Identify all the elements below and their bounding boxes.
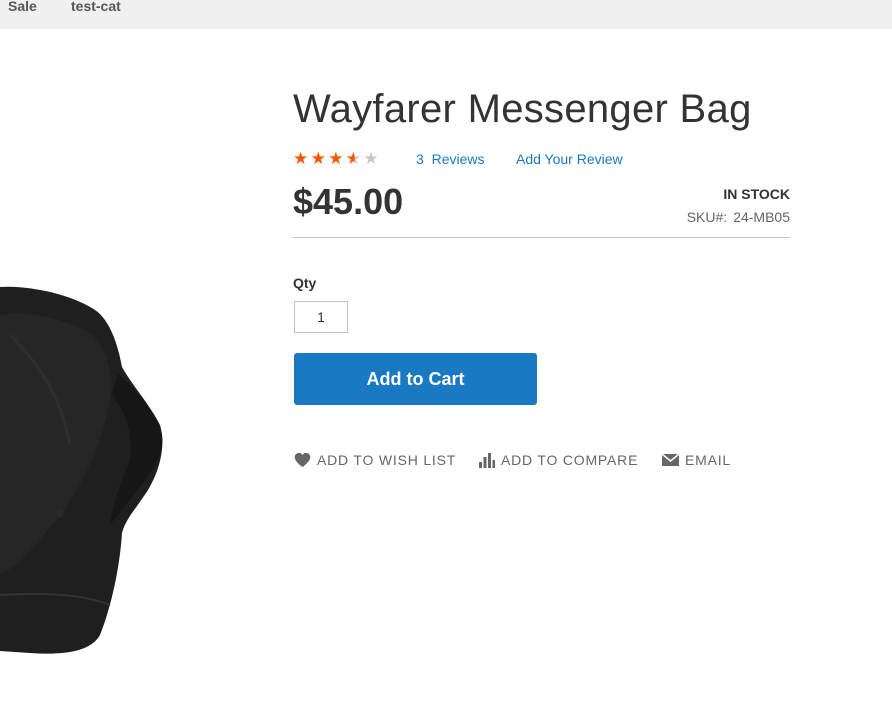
heart-icon: [294, 452, 311, 468]
product-image: [0, 286, 163, 654]
qty-label: Qty: [293, 275, 317, 291]
bar-chart-icon: [479, 452, 495, 468]
nav-item-sale[interactable]: Sale: [8, 0, 37, 14]
envelope-icon: [662, 454, 679, 466]
wish-list-label: Add to Wish List: [317, 452, 457, 468]
stock-status: In stock: [723, 186, 790, 202]
sku-row: SKU#: 24-MB05: [687, 209, 790, 225]
reviews-word: Reviews: [431, 151, 485, 167]
add-your-review-link[interactable]: Add Your Review: [516, 150, 623, 168]
reviews-count: 3: [416, 151, 424, 167]
sku-label: SKU#:: [686, 209, 728, 225]
reviews-link[interactable]: 3 Reviews: [416, 150, 484, 168]
email-link[interactable]: Email: [662, 451, 731, 469]
add-to-wish-list-link[interactable]: Add to Wish List: [294, 451, 456, 469]
top-navigation-bar: Sale test-cat: [0, 0, 892, 29]
star-half-icon: ★: [346, 149, 364, 169]
add-to-cart-button[interactable]: Add to Cart: [294, 353, 537, 405]
star-icon: ★: [328, 149, 344, 168]
add-to-compare-link[interactable]: Add to Compare: [479, 451, 638, 469]
product-title: Wayfarer Messenger Bag: [293, 87, 752, 131]
qty-input[interactable]: [294, 301, 348, 333]
nav-item-test-cat[interactable]: test-cat: [71, 0, 121, 14]
compare-label: Add to Compare: [501, 452, 639, 468]
divider: [293, 237, 790, 238]
star-empty-icon: ★: [363, 149, 379, 168]
product-price: $45.00: [293, 181, 404, 222]
product-rating: ★ ★ ★ ★ ★: [293, 149, 381, 169]
sku-value: 24-MB05: [733, 209, 790, 225]
star-icon: ★: [310, 149, 326, 168]
star-icon: ★: [293, 149, 309, 168]
email-label: Email: [685, 452, 732, 468]
